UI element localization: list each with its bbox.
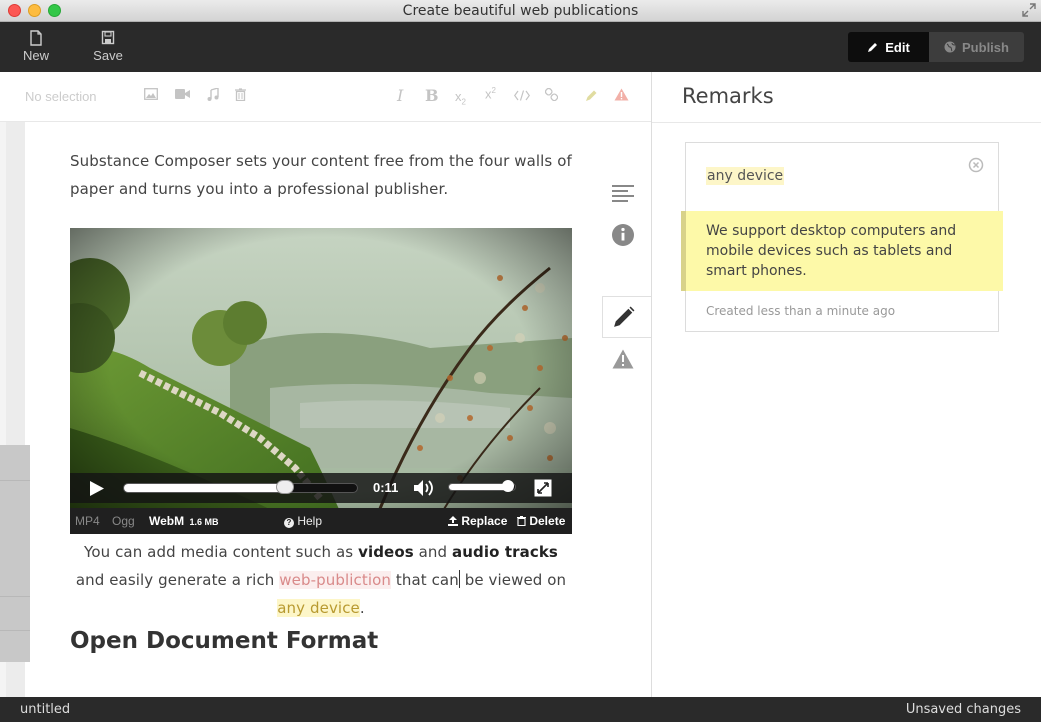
remarks-panel: Remarks any device We support desktop co… xyxy=(652,72,1041,697)
caption-text: and easily generate a rich xyxy=(75,571,280,589)
format-webm-label: WebM xyxy=(149,514,185,528)
help-button[interactable]: ? Help xyxy=(284,514,322,528)
video-controls: 0:11 xyxy=(70,473,572,503)
bold-icon[interactable]: B xyxy=(425,86,439,105)
video-icon[interactable] xyxy=(175,88,190,100)
caption-strong: audio tracks xyxy=(452,543,558,561)
pencil-icon[interactable] xyxy=(613,306,635,328)
caption-text: and xyxy=(413,543,453,561)
remark-annotation[interactable]: any device xyxy=(277,599,360,617)
close-icon[interactable] xyxy=(968,157,984,173)
mode-switch: Edit Publish xyxy=(848,32,1024,62)
context-tools xyxy=(602,122,651,697)
remark-quote: any device xyxy=(706,167,785,185)
superscript-icon[interactable]: x2 xyxy=(485,86,496,101)
progress-knob[interactable] xyxy=(275,480,294,494)
save-button[interactable]: Save xyxy=(92,30,124,63)
remark-body[interactable]: We support desktop computers and mobile … xyxy=(681,211,1003,291)
italic-icon[interactable]: I xyxy=(397,86,403,105)
volume-fill xyxy=(449,484,509,490)
image-icon[interactable] xyxy=(144,88,158,100)
code-icon[interactable] xyxy=(514,90,530,101)
remarks-title: Remarks xyxy=(682,84,774,108)
paragraph[interactable]: Substance Composer sets your content fre… xyxy=(70,147,580,203)
edit-mode-button[interactable]: Edit xyxy=(848,32,929,62)
remark-card[interactable]: any device We support desktop computers … xyxy=(681,142,1003,332)
node-gutter-marker[interactable] xyxy=(0,445,30,662)
delete-label: Delete xyxy=(529,514,566,528)
trash-icon[interactable] xyxy=(235,88,246,101)
publish-mode-button[interactable]: Publish xyxy=(929,32,1024,62)
volume-track[interactable] xyxy=(448,480,516,492)
trash-icon xyxy=(517,515,526,527)
info-icon[interactable] xyxy=(612,224,634,246)
remark-timestamp: Created less than a minute ago xyxy=(706,304,896,318)
paragraph-icon[interactable] xyxy=(612,182,634,204)
new-button[interactable]: New xyxy=(20,30,52,63)
new-label: New xyxy=(22,48,49,63)
replace-button[interactable]: Replace xyxy=(448,514,507,528)
fullscreen-icon[interactable] xyxy=(534,479,552,497)
highlight-icon[interactable] xyxy=(585,89,598,102)
editor-pane: No selection I B x2 x2 Substance Compose… xyxy=(0,72,652,697)
window-title: Create beautiful web publications xyxy=(402,3,639,19)
publish-label: Publish xyxy=(962,39,1009,55)
pencil-icon xyxy=(868,43,878,52)
volume-knob[interactable] xyxy=(502,480,515,492)
caption-text: . xyxy=(359,599,365,617)
status-bar: untitled Unsaved changes xyxy=(0,697,1041,722)
caption-text: that can xyxy=(390,571,459,589)
globe-icon xyxy=(944,41,956,53)
volume-icon[interactable] xyxy=(413,479,435,497)
video-figure[interactable]: 0:11 MP4 Ogg WebM 1.6 MB ? Help Replace … xyxy=(70,228,572,534)
progress-fill xyxy=(124,484,285,492)
divider xyxy=(652,122,1041,123)
upload-icon xyxy=(448,516,458,526)
fullscreen-icon[interactable] xyxy=(1022,3,1036,17)
caption-text: be viewed on xyxy=(459,571,567,589)
format-bar: MP4 Ogg WebM 1.6 MB ? Help Replace Delet… xyxy=(70,508,572,534)
warning-icon[interactable] xyxy=(614,88,629,101)
new-document-icon xyxy=(30,30,42,46)
delete-button[interactable]: Delete xyxy=(517,514,565,528)
selection-status: No selection xyxy=(25,89,97,104)
subscript-icon[interactable]: x2 xyxy=(455,89,466,107)
video-time: 0:11 xyxy=(373,480,399,495)
editor-toolbar: No selection I B x2 x2 xyxy=(0,72,651,122)
music-icon[interactable] xyxy=(207,88,219,101)
format-ogg[interactable]: Ogg xyxy=(112,514,135,528)
edit-label: Edit xyxy=(885,39,910,55)
caption-strong: videos xyxy=(358,543,414,561)
help-label: Help xyxy=(297,514,323,528)
link-icon[interactable] xyxy=(545,88,558,101)
video-caption[interactable]: You can add media content such as videos… xyxy=(70,538,572,622)
format-webm-size: 1.6 MB xyxy=(189,517,219,527)
save-icon xyxy=(101,30,115,45)
section-heading[interactable]: Open Document Format xyxy=(70,628,378,654)
format-mp4[interactable]: MP4 xyxy=(75,514,100,528)
help-icon: ? xyxy=(284,518,294,528)
error-annotation[interactable]: web-publiction xyxy=(279,571,391,589)
save-status: Unsaved changes xyxy=(905,702,1021,717)
play-icon[interactable] xyxy=(89,480,105,497)
format-webm[interactable]: WebM 1.6 MB xyxy=(149,514,218,528)
main-toolbar: New Save Edit Publish xyxy=(0,22,1041,72)
title-bar: Create beautiful web publications xyxy=(0,0,1041,22)
replace-label: Replace xyxy=(461,514,508,528)
save-label: Save xyxy=(93,48,123,63)
caption-text: You can add media content such as xyxy=(84,543,359,561)
progress-track[interactable] xyxy=(123,480,358,494)
document-name: untitled xyxy=(20,702,71,717)
warning-icon[interactable] xyxy=(612,348,634,370)
